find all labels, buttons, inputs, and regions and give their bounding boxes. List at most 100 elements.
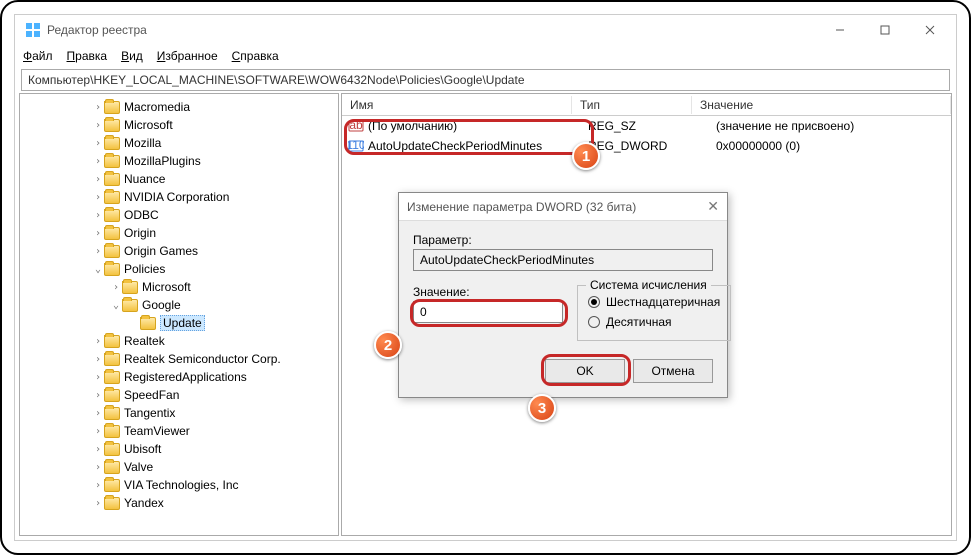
tree-twisty-icon[interactable]: › (92, 156, 104, 167)
tree-item[interactable]: › Yandex (20, 494, 338, 512)
tree-item[interactable]: ›Ubisoft (20, 440, 338, 458)
tree-twisty-icon[interactable]: › (92, 408, 104, 419)
col-name[interactable]: Имя (342, 96, 572, 114)
menu-edit[interactable]: Правка (67, 49, 108, 63)
tree-twisty-icon[interactable]: › (92, 354, 104, 365)
maximize-button[interactable] (862, 16, 907, 45)
tree-item-label: Yandex (124, 496, 164, 510)
value-name: (По умолчанию) (368, 119, 457, 133)
tree-item[interactable]: ⌄ Google (20, 296, 338, 314)
tree-item-label: Origin (124, 226, 156, 240)
cancel-button[interactable]: Отмена (633, 359, 713, 383)
tree-twisty-icon[interactable]: › (92, 498, 104, 509)
tree-item[interactable]: › Realtek (20, 332, 338, 350)
value-label: Значение: (413, 285, 563, 299)
list-row[interactable]: 110AutoUpdateCheckPeriodMinutesREG_DWORD… (342, 136, 951, 156)
tree-item[interactable]: ›VIA Technologies, Inc (20, 476, 338, 494)
folder-icon (104, 443, 120, 456)
menu-file[interactable]: Файл (23, 49, 53, 63)
col-type[interactable]: Тип (572, 96, 692, 114)
tree-twisty-icon[interactable]: ⌄ (92, 264, 104, 275)
menu-help[interactable]: Справка (232, 49, 279, 63)
tree-item[interactable]: › Origin (20, 224, 338, 242)
tree-twisty-icon[interactable]: › (92, 228, 104, 239)
col-value[interactable]: Значение (692, 96, 951, 114)
tree-item-label: Nuance (124, 172, 165, 186)
tree-item[interactable]: ›RegisteredApplications (20, 368, 338, 386)
tree-twisty-icon[interactable]: › (92, 480, 104, 491)
tree-item[interactable]: ›Tangentix (20, 404, 338, 422)
tree-item[interactable]: ›Microsoft (20, 278, 338, 296)
tree-item-label: Macromedia (124, 100, 190, 114)
dialog-titlebar: Изменение параметра DWORD (32 бита) ✕ (399, 193, 727, 221)
tree-twisty-icon[interactable]: › (92, 174, 104, 185)
tree-item[interactable]: › Macromedia (20, 98, 338, 116)
tree-twisty-icon[interactable]: › (92, 444, 104, 455)
tree-item[interactable]: ›Mozilla (20, 134, 338, 152)
menu-favorites[interactable]: Избранное (157, 49, 218, 63)
menu-view[interactable]: Вид (121, 49, 143, 63)
radio-dec[interactable]: Десятичная (588, 312, 720, 332)
tree-item[interactable]: ›Valve (20, 458, 338, 476)
folder-icon (104, 407, 120, 420)
folder-icon (104, 245, 120, 258)
tree-item[interactable]: Update (20, 314, 338, 332)
close-button[interactable] (907, 16, 952, 45)
folder-icon (104, 425, 120, 438)
tree-twisty-icon[interactable]: › (92, 336, 104, 347)
tree-item[interactable]: › Nuance (20, 170, 338, 188)
tree-twisty-icon[interactable]: › (92, 210, 104, 221)
tree-item[interactable]: › NVIDIA Corporation (20, 188, 338, 206)
tree-item-label: Policies (124, 262, 165, 276)
folder-icon (104, 119, 120, 132)
folder-icon (104, 191, 120, 204)
tree-twisty-icon[interactable]: › (92, 462, 104, 473)
tree-item[interactable]: ›SpeedFan (20, 386, 338, 404)
value-type-icon: 110 (348, 138, 364, 154)
radio-hex[interactable]: Шестнадцатеричная (588, 292, 720, 312)
value-name: AutoUpdateCheckPeriodMinutes (368, 139, 542, 153)
tree-item-label: MozillaPlugins (124, 154, 201, 168)
tree-item[interactable]: ›Microsoft (20, 116, 338, 134)
tree-item-label: NVIDIA Corporation (124, 190, 229, 204)
tree-twisty-icon[interactable]: › (92, 138, 104, 149)
tree-twisty-icon[interactable]: ⌄ (110, 300, 122, 311)
value-field[interactable] (413, 301, 563, 323)
address-bar[interactable]: Компьютер\HKEY_LOCAL_MACHINE\SOFTWARE\WO… (21, 69, 950, 91)
tree-item-label: Google (142, 298, 181, 312)
tree-twisty-icon[interactable]: › (92, 372, 104, 383)
tree-twisty-icon[interactable]: › (92, 192, 104, 203)
folder-icon (104, 209, 120, 222)
tree-twisty-icon[interactable]: › (92, 426, 104, 437)
folder-icon (104, 173, 120, 186)
folder-icon (122, 299, 138, 312)
tree-item[interactable]: ›Origin Games (20, 242, 338, 260)
param-field (413, 249, 713, 271)
minimize-button[interactable] (817, 16, 862, 45)
annotation-badge-2: 2 (374, 331, 402, 359)
tree-twisty-icon[interactable]: › (92, 390, 104, 401)
ok-button[interactable]: OK (545, 359, 625, 383)
folder-icon (104, 479, 120, 492)
svg-text:ab: ab (349, 118, 363, 132)
tree-twisty-icon[interactable]: › (110, 282, 122, 293)
value-type: REG_SZ (580, 119, 708, 133)
tree-twisty-icon[interactable]: › (92, 246, 104, 257)
tree-item[interactable]: › MozillaPlugins (20, 152, 338, 170)
tree-item[interactable]: ›Realtek Semiconductor Corp. (20, 350, 338, 368)
list-pane[interactable]: Имя Тип Значение ab(По умолчанию)REG_SZ(… (341, 93, 952, 536)
list-row[interactable]: ab(По умолчанию)REG_SZ(значение не присв… (342, 116, 951, 136)
base-label: Система исчисления (586, 278, 711, 292)
tree-item-label: Realtek (124, 334, 165, 348)
tree-twisty-icon[interactable]: › (92, 102, 104, 113)
registry-editor-window: Редактор реестра Файл Правка Вид Избранн… (14, 14, 957, 541)
dialog-close-button[interactable]: ✕ (707, 198, 719, 215)
tree-twisty-icon[interactable]: › (92, 120, 104, 131)
tree-item[interactable]: ›TeamViewer (20, 422, 338, 440)
folder-icon (104, 389, 120, 402)
svg-text:110: 110 (348, 138, 364, 152)
list-header: Имя Тип Значение (342, 94, 951, 116)
tree-item[interactable]: ⌄ Policies (20, 260, 338, 278)
tree-item[interactable]: ›ODBC (20, 206, 338, 224)
tree-pane[interactable]: ›Macromedia›Microsoft›Mozilla›MozillaPlu… (19, 93, 339, 536)
